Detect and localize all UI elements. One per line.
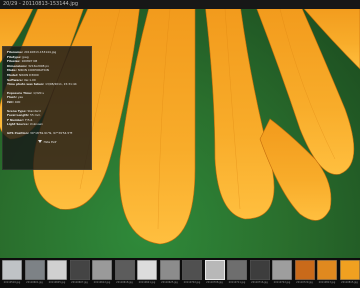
filmstrip-thumbnail[interactable] bbox=[339, 260, 360, 280]
filmstrip-thumbnail[interactable] bbox=[317, 260, 337, 280]
exif-label: Filesize: bbox=[7, 59, 22, 64]
exif-value: 20110813-153144.jpg bbox=[24, 50, 57, 54]
thumbnail-caption: 20110516.jpg bbox=[3, 281, 21, 284]
thumbnail-caption: 20110612.jpg bbox=[93, 281, 111, 284]
exif-label: F Number: bbox=[7, 117, 26, 122]
filmstrip-thumbnail[interactable] bbox=[2, 260, 22, 280]
exif-value: 3216x2008 px bbox=[28, 63, 49, 68]
filmstrip-thumbnail[interactable] bbox=[92, 260, 112, 280]
exif-value: NIKON D3000 bbox=[19, 72, 39, 77]
exif-value: 13/08/2011, 15:31:44 bbox=[45, 82, 77, 87]
exif-label: Filetype: bbox=[7, 54, 23, 59]
filmstrip-thumbnail[interactable] bbox=[249, 260, 270, 280]
exif-row: Time photo was taken: 13/08/2011, 15:31:… bbox=[7, 82, 87, 87]
thumbnail-caption: 20110625.jpg bbox=[161, 281, 178, 284]
exif-value: Unknown bbox=[29, 122, 44, 127]
filmstrip-thumbnail[interactable] bbox=[137, 260, 157, 280]
exif-label: GPS Position: bbox=[7, 130, 30, 135]
thumbnail-caption: 20110815.jpg bbox=[341, 281, 358, 284]
window-title: 20/29 - 20110813-153144.jpg bbox=[0, 0, 360, 9]
hide-exif-button[interactable]: Hide Exif bbox=[7, 140, 87, 145]
filmstrip-thumbnail[interactable] bbox=[204, 260, 225, 280]
exif-label: Model: bbox=[7, 72, 20, 77]
thumbnail-caption: 20110813.jpg bbox=[318, 281, 336, 284]
exif-label: Software: bbox=[7, 77, 24, 82]
exif-label: ISO: bbox=[7, 99, 15, 104]
exif-value: 160897 KB bbox=[21, 59, 38, 64]
filmstrip-thumbnail[interactable] bbox=[114, 260, 135, 280]
thumbnail-caption: 20110729.jpg bbox=[296, 281, 313, 284]
exif-label: Light Source: bbox=[7, 122, 30, 127]
exif-label: Exposure Time: bbox=[7, 90, 34, 95]
exif-label: Time photo was taken: bbox=[7, 82, 46, 87]
exif-value: Standard bbox=[27, 108, 41, 113]
exif-label: Make: bbox=[7, 68, 18, 73]
thumbnail-caption: 20110702.jpg bbox=[183, 281, 201, 284]
filmstrip-thumbnail[interactable] bbox=[272, 260, 292, 280]
thumbnail-caption: 20110716.jpg bbox=[251, 281, 268, 284]
thumbnail-caption: 20110607.jpg bbox=[71, 281, 88, 284]
exif-value: 1/320 s bbox=[33, 90, 44, 95]
exif-value: 30°18'59.91"N, 97°39'54.5"E bbox=[29, 130, 73, 135]
exif-value: F/5.6 bbox=[25, 117, 33, 122]
exif-label: Flash: bbox=[7, 95, 18, 100]
filmstrip-thumbnail[interactable] bbox=[69, 260, 90, 280]
thumbnail-caption: 20110618.jpg bbox=[116, 281, 133, 284]
image-viewer[interactable]: Filename: 20110813-153144.jpg Filetype: j… bbox=[0, 9, 360, 258]
filmstrip-thumbnail[interactable] bbox=[294, 260, 315, 280]
exif-value: 400 bbox=[14, 99, 21, 104]
exif-label: Filename: bbox=[7, 50, 25, 54]
thumbnail-caption: 20110605.jpg bbox=[48, 281, 66, 284]
exif-label: Focal Length: bbox=[7, 113, 31, 118]
exif-value: 55 mm bbox=[30, 113, 41, 118]
exif-info-panel: Filename: 20110813-153144.jpg Filetype: j… bbox=[2, 46, 92, 170]
thumbnail-caption: 20110601.jpg bbox=[26, 281, 43, 284]
thumbnail-caption: 20110621.jpg bbox=[138, 281, 156, 284]
exif-label: Scene Type: bbox=[7, 108, 28, 113]
thumbnail-caption: 20110711.jpg bbox=[228, 281, 246, 284]
filmstrip-thumbnail[interactable] bbox=[24, 260, 45, 280]
exif-value: yes bbox=[17, 95, 23, 100]
exif-label: Dimensions: bbox=[7, 63, 29, 68]
filmstrip[interactable]: 20110516.jpg 20110601.jpg 20110605.jpg 2011… bbox=[0, 258, 360, 288]
hide-exif-label: Hide Exif bbox=[43, 139, 57, 144]
filmstrip-thumbnail[interactable] bbox=[182, 260, 202, 280]
filmstrip-thumbnail[interactable] bbox=[159, 260, 180, 280]
filmstrip-thumbnail[interactable] bbox=[227, 260, 247, 280]
exif-value: Ver.1.00 bbox=[23, 77, 36, 82]
exif-value: jpeg bbox=[22, 54, 29, 59]
thumbnail-caption: 20110708.jpg bbox=[206, 281, 223, 284]
exif-row: GPS Position: 30°18'59.91"N, 97°39'54.5"… bbox=[7, 131, 87, 136]
collapse-arrow-icon bbox=[37, 140, 42, 144]
filmstrip-thumbnail[interactable] bbox=[47, 260, 67, 280]
exif-value: NIKON CORPORATION bbox=[17, 68, 49, 73]
thumbnail-caption: 20110722.jpg bbox=[273, 281, 291, 284]
